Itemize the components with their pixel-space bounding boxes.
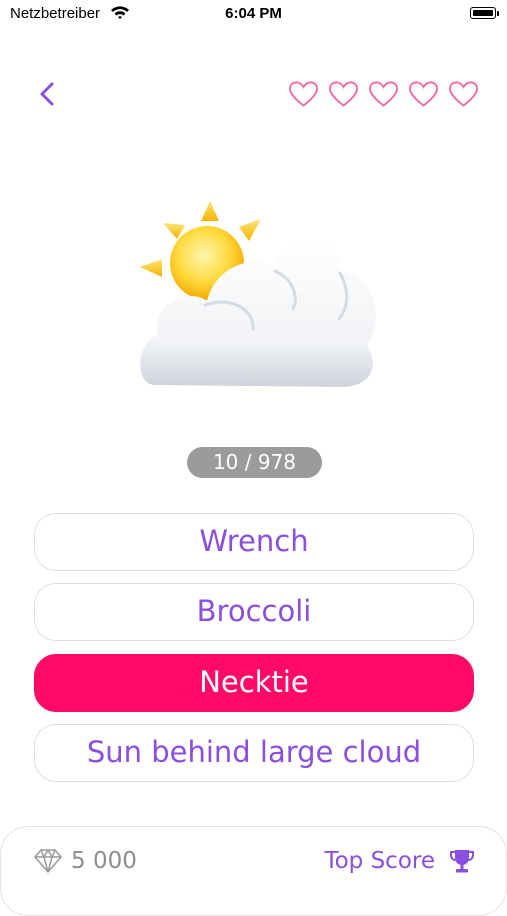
answer-option-necktie[interactable]: Necktie bbox=[34, 654, 474, 712]
heart-icon bbox=[288, 81, 319, 107]
heart-icon bbox=[368, 81, 399, 107]
question-emoji bbox=[135, 195, 380, 395]
gem-balance: 5 000 bbox=[33, 848, 137, 874]
progress-indicator: 10 / 978 bbox=[187, 447, 322, 478]
chevron-left-icon bbox=[40, 82, 54, 106]
lives-indicator bbox=[288, 80, 479, 110]
gem-count: 5 000 bbox=[71, 848, 137, 874]
trophy-icon bbox=[450, 850, 474, 873]
diamond-icon bbox=[34, 849, 62, 873]
battery-icon bbox=[470, 7, 499, 19]
top-score-label: Top Score bbox=[324, 848, 435, 874]
answer-option-broccoli[interactable]: Broccoli bbox=[34, 583, 474, 641]
answer-option-sun-behind-large-cloud[interactable]: Sun behind large cloud bbox=[34, 724, 474, 782]
status-bar: Netzbetreiber 6:04 PM bbox=[0, 0, 507, 30]
heart-icon bbox=[448, 81, 479, 107]
clock: 6:04 PM bbox=[225, 5, 282, 22]
top-score-button[interactable]: Top Score bbox=[324, 848, 475, 874]
back-button[interactable] bbox=[32, 78, 64, 110]
answer-option-wrench[interactable]: Wrench bbox=[34, 513, 474, 571]
heart-icon bbox=[408, 81, 439, 107]
heart-icon bbox=[328, 81, 359, 107]
sun-behind-large-cloud-icon bbox=[140, 201, 376, 387]
